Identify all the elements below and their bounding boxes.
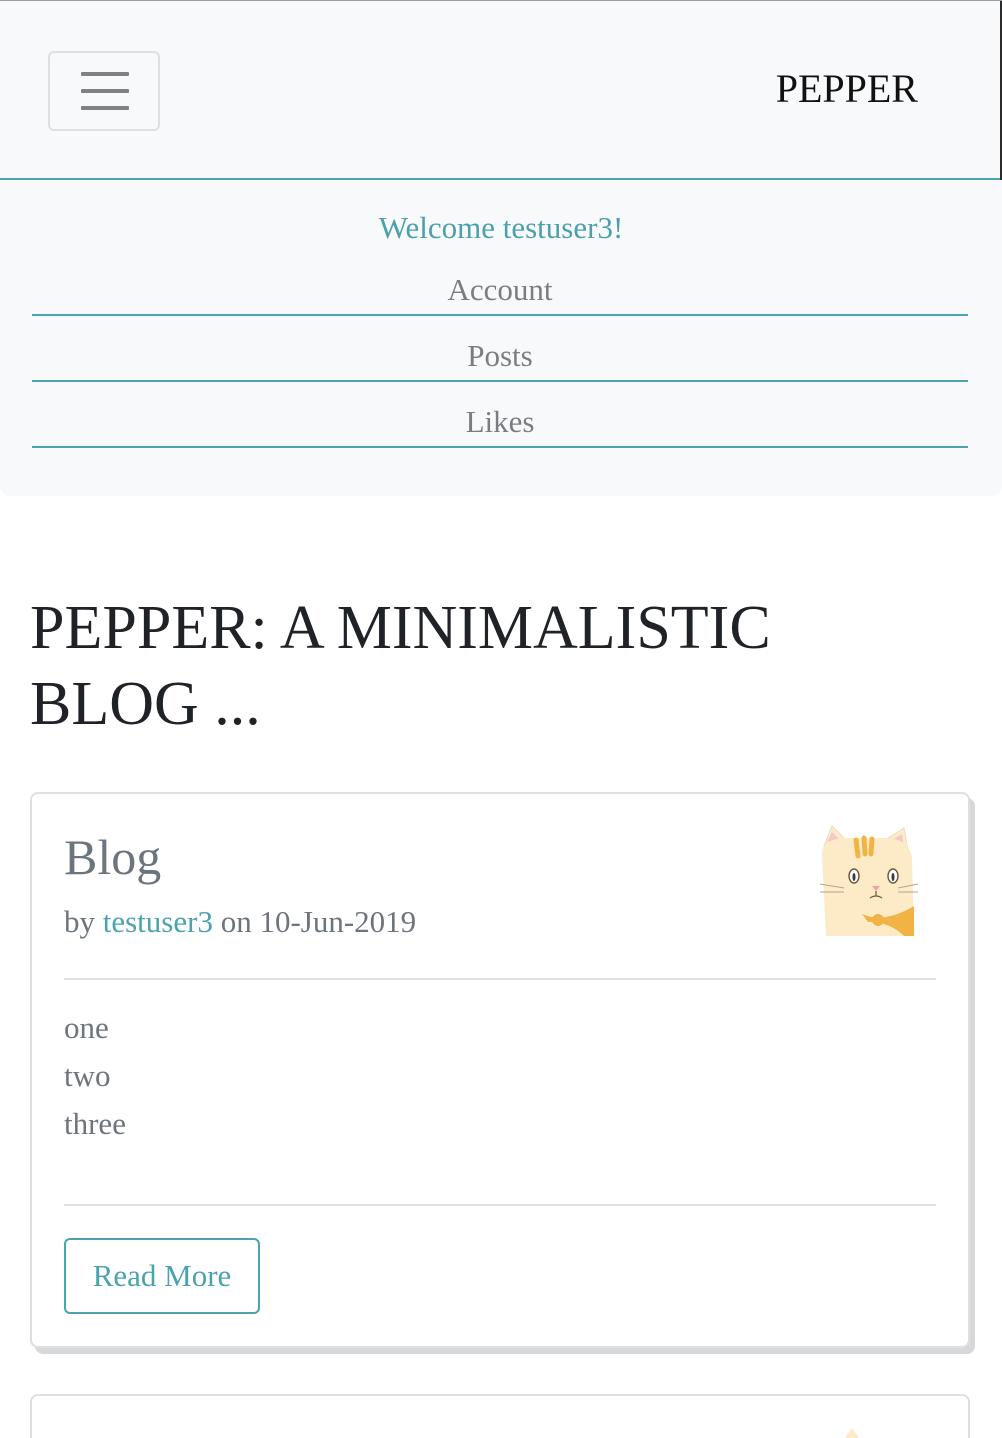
excerpt-line: two: [64, 1058, 111, 1093]
cat-avatar-icon: [819, 825, 918, 936]
excerpt-line: three: [64, 1106, 126, 1141]
post-card: [30, 1394, 970, 1438]
menu-item-account[interactable]: Account: [32, 228, 968, 316]
post-divider-bottom: [64, 1204, 936, 1206]
post-title: Blog: [64, 829, 162, 885]
post-divider-top: [64, 978, 936, 980]
post-excerpt: one two three: [64, 1004, 126, 1148]
menu-item-likes[interactable]: Likes: [32, 382, 968, 448]
page-heading: PEPPER: A MINIMALISTIC BLOG ...: [30, 594, 771, 738]
menu-item-label: Posts: [467, 338, 533, 373]
byline-by: by: [64, 904, 95, 939]
menu-item-label: Account: [447, 272, 553, 307]
excerpt-line: one: [64, 1010, 109, 1045]
menu-item-posts[interactable]: Posts: [32, 316, 968, 382]
brand-link[interactable]: PEPPER: [776, 65, 918, 113]
post-date: 10-Jun-2019: [259, 904, 417, 939]
menu-item-label: Likes: [465, 404, 535, 439]
dropdown-menu: Welcome testuser3! Account Posts Likes: [0, 180, 1002, 496]
author-link[interactable]: testuser3: [103, 904, 213, 939]
cat-avatar-icon: [844, 1428, 860, 1438]
navbar: PEPPER: [0, 0, 1002, 181]
post-card: Blog by testuser3 on 10-Jun-2019 one two…: [30, 792, 970, 1348]
read-more-button[interactable]: Read More: [64, 1238, 260, 1314]
post-byline: by testuser3 on 10-Jun-2019: [64, 904, 416, 940]
byline-on: on: [220, 904, 252, 939]
menu-toggle-button[interactable]: [48, 51, 160, 131]
